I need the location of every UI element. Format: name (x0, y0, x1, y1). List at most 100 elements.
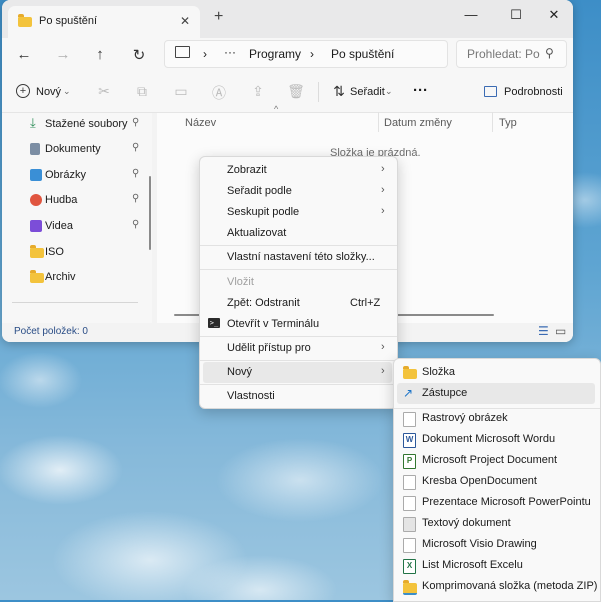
more-options-button[interactable]: ··· (413, 82, 428, 99)
close-window-button[interactable]: ✕ (544, 7, 564, 23)
column-divider[interactable] (378, 112, 379, 132)
forward-button[interactable]: → (54, 46, 72, 63)
tab-po-spusteni[interactable]: Po spuštění ✕ (8, 6, 200, 38)
menu-item-vlastnosti[interactable]: Vlastnosti (203, 386, 392, 407)
breadcrumb-po-spusteni[interactable]: Po spuštění (331, 47, 394, 61)
text-file-icon (403, 517, 416, 532)
pin-icon: ⚲ (132, 142, 140, 153)
menu-item-label: Zpět: Odstranit (227, 297, 300, 309)
blank-file-icon (403, 475, 416, 490)
menu-item-vlozit: Vložit (203, 272, 392, 293)
column-header-date[interactable]: Datum změny (384, 117, 452, 129)
breadcrumb-programy[interactable]: Programy (249, 47, 301, 61)
pin-icon: ⚲ (132, 219, 140, 230)
folder-icon (403, 366, 417, 379)
rename-icon[interactable]: Ⓐ (210, 83, 228, 103)
chevron-right-icon: › (381, 341, 385, 353)
menu-item-label: Aktualizovat (227, 227, 287, 239)
menu-separator (200, 245, 397, 246)
submenu-item-visio[interactable]: Microsoft Visio Drawing (397, 534, 595, 555)
submenu-item-label: List Microsoft Excelu (422, 559, 523, 571)
chevron-right-icon: › (381, 163, 385, 175)
back-button[interactable]: ← (15, 46, 33, 63)
menu-item-label: Udělit přístup pro (227, 342, 311, 354)
new-button[interactable]: Nový (36, 86, 61, 98)
sidebar-item-label: Stažené soubory (45, 118, 128, 130)
up-button[interactable]: ↑ (91, 46, 109, 63)
submenu-item-slozka[interactable]: Složka (397, 362, 595, 383)
sidebar-divider (12, 302, 138, 303)
sidebar-item-videos[interactable]: Videa ⚲ (2, 215, 152, 237)
menu-item-vlastni-nastaveni[interactable]: Vlastní nastavení této složky... (203, 247, 392, 268)
menu-item-label: Zobrazit (227, 164, 267, 176)
tiles-view-icon[interactable]: ▭ (555, 324, 566, 338)
cut-icon[interactable]: ✂ (95, 83, 113, 100)
shortcut-label: Ctrl+Z (350, 297, 381, 309)
submenu-item-zip[interactable]: Komprimovaná složka (metoda ZIP) (397, 576, 598, 597)
sidebar-item-label: ISO (45, 246, 64, 258)
sidebar-item-pictures[interactable]: Obrázky ⚲ (2, 164, 152, 186)
paste-icon[interactable]: ▭ (172, 83, 190, 100)
document-icon (30, 143, 40, 155)
submenu-item-zastupce[interactable]: ↗ Zástupce (397, 383, 595, 404)
menu-separator (200, 269, 397, 270)
search-box[interactable]: Prohledat: Po spuštění ⚲ (456, 40, 567, 68)
menu-separator (200, 384, 397, 385)
submenu-item-kresba-opendocument[interactable]: Kresba OpenDocument (397, 471, 595, 492)
delete-icon[interactable]: 🗑 (287, 83, 305, 100)
submenu-item-word[interactable]: W Dokument Microsoft Wordu (397, 429, 595, 450)
shortcut-arrow-icon: ↗ (403, 386, 414, 400)
close-tab-icon[interactable]: ✕ (180, 14, 190, 28)
share-icon[interactable]: ⇪ (249, 83, 267, 100)
menu-item-novy[interactable]: Nový › (203, 362, 392, 383)
sidebar-item-downloads[interactable]: ⤓ Stažené soubory ⚲ (2, 113, 152, 135)
menu-item-label: Vlastnosti (227, 390, 275, 402)
submenu-item-rastrovy-obrazek[interactable]: Rastrový obrázek (397, 408, 595, 429)
details-button[interactable]: Podrobnosti (504, 86, 563, 98)
submenu-item-label: Rastrový obrázek (422, 412, 508, 424)
command-bar: + Nový ⌄ ✂ ⧉ ▭ Ⓐ ⇪ 🗑 ⇅ Seřadit ⌄ ··· Pod… (2, 72, 573, 113)
copy-icon[interactable]: ⧉ (133, 83, 151, 100)
minimize-button[interactable]: — (461, 7, 481, 22)
column-divider[interactable] (492, 112, 493, 132)
folder-icon (30, 270, 44, 283)
zip-folder-icon (403, 580, 417, 595)
address-bar[interactable]: › ··· Programy › Po spuštění (164, 40, 448, 68)
menu-item-label: Seskupit podle (227, 206, 300, 218)
menu-item-udelit-pristup[interactable]: Udělit přístup pro › (203, 338, 392, 359)
menu-item-otevrit-v-terminalu[interactable]: >_ Otevřít v Terminálu (203, 314, 392, 335)
submenu-item-excel[interactable]: X List Microsoft Excelu (397, 555, 595, 576)
tab-title: Po spuštění (39, 15, 98, 27)
breadcrumb-more-button[interactable]: ··· (224, 45, 236, 59)
submenu-item-label: Microsoft Visio Drawing (422, 538, 537, 550)
sort-icon: ⇅ (333, 83, 345, 99)
sidebar-item-iso[interactable]: ISO (2, 241, 152, 263)
column-header-name[interactable]: Název (185, 117, 216, 129)
chevron-down-icon: ⌄ (385, 86, 393, 96)
menu-item-zpet-odstranit[interactable]: Zpět: Odstranit Ctrl+Z (203, 293, 392, 314)
menu-item-aktualizovat[interactable]: Aktualizovat (203, 223, 392, 244)
maximize-button[interactable]: ☐ (506, 7, 526, 23)
submenu-item-powerpoint[interactable]: Prezentace Microsoft PowerPointu (397, 492, 595, 513)
menu-item-seradit-podle[interactable]: Seřadit podle › (203, 181, 392, 202)
item-count: Počet položek: 0 (14, 326, 88, 337)
menu-item-zobrazit[interactable]: Zobrazit › (203, 160, 392, 181)
sidebar-item-label: Dokumenty (45, 143, 101, 155)
refresh-button[interactable]: ↻ (130, 46, 148, 64)
sidebar-item-documents[interactable]: Dokumenty ⚲ (2, 138, 152, 160)
sidebar-item-music[interactable]: Hudba ⚲ (2, 189, 152, 211)
submenu-item-label: Kresba OpenDocument (422, 475, 537, 487)
menu-item-seskupit-podle[interactable]: Seskupit podle › (203, 202, 392, 223)
sidebar-item-label: Obrázky (45, 169, 86, 181)
new-tab-button[interactable]: + (214, 8, 223, 26)
submenu-item-project[interactable]: P Microsoft Project Document (397, 450, 595, 471)
folder-icon (18, 14, 32, 27)
submenu-item-label: Komprimovaná složka (metoda ZIP) (422, 580, 598, 592)
chevron-right-icon: › (381, 205, 385, 217)
submenu-item-textovy-dokument[interactable]: Textový dokument (397, 513, 595, 534)
sidebar-scrollbar[interactable] (149, 176, 151, 250)
details-view-icon[interactable]: ☰ (538, 324, 549, 338)
sort-button[interactable]: Seřadit (350, 86, 385, 98)
sidebar-item-archiv[interactable]: Archiv (2, 266, 152, 288)
column-header-type[interactable]: Typ (499, 117, 517, 129)
